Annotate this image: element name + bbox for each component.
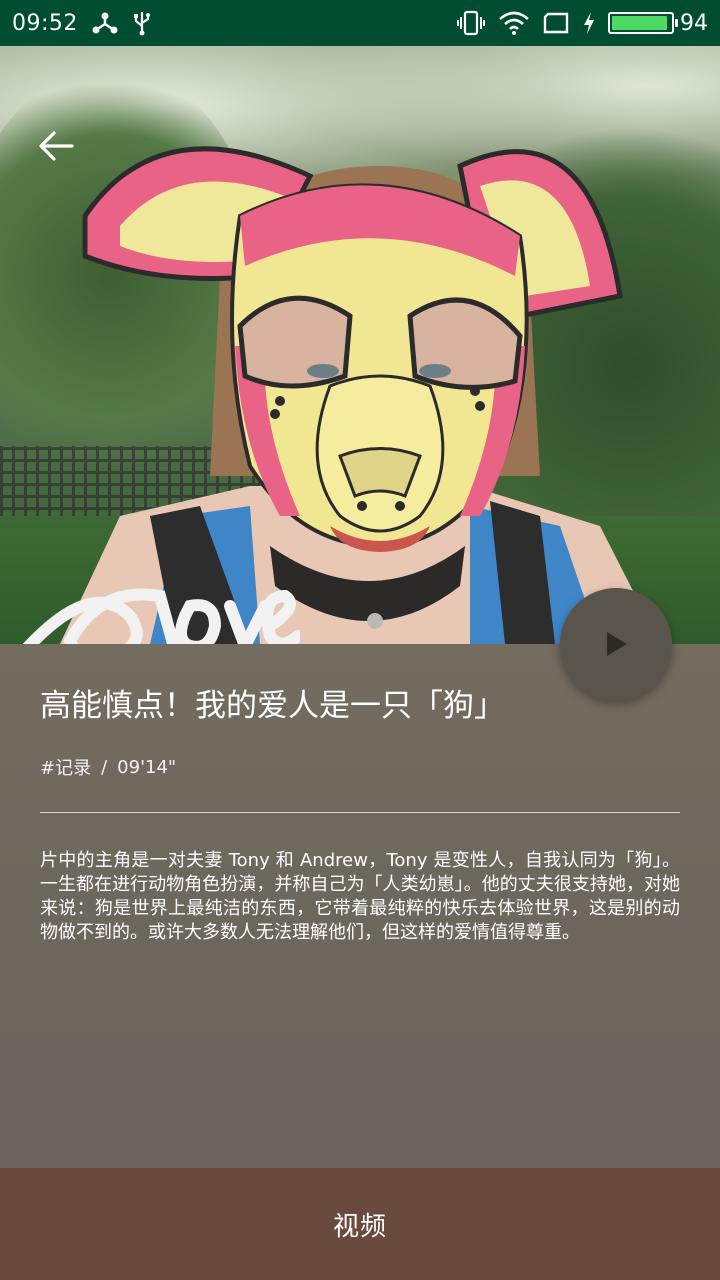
status-time: 09:52 bbox=[12, 10, 78, 36]
screen-icon bbox=[542, 11, 570, 35]
video-description: 片中的主角是一对夫妻 Tony 和 Andrew，Tony 是变性人，自我认同为… bbox=[40, 850, 680, 943]
battery-icon bbox=[608, 12, 678, 34]
divider bbox=[40, 812, 680, 813]
cover-logo-watermark bbox=[22, 588, 300, 644]
battery-fill bbox=[612, 16, 667, 30]
play-icon bbox=[607, 632, 627, 656]
battery-level: 94 bbox=[680, 10, 708, 36]
network-share-icon bbox=[92, 11, 118, 35]
video-tag[interactable]: #记录 bbox=[40, 754, 91, 780]
back-button[interactable] bbox=[32, 126, 80, 166]
arrow-left-icon bbox=[39, 131, 74, 161]
video-duration: 09'14" bbox=[117, 756, 177, 778]
video-title: 高能慎点！我的爱人是一只「狗」 bbox=[40, 688, 505, 724]
video-cover-image[interactable] bbox=[0, 46, 720, 644]
play-button[interactable] bbox=[560, 588, 672, 700]
charging-icon bbox=[582, 11, 596, 35]
video-detail-panel: 高能慎点！我的爱人是一只「狗」 #记录 / 09'14" 片中的主角是一对夫妻 … bbox=[0, 644, 720, 1168]
video-meta: #记录 / 09'14" bbox=[40, 754, 680, 780]
vibrate-icon bbox=[456, 10, 486, 36]
bottom-bar-label: 视频 bbox=[332, 1211, 387, 1242]
status-bar: 09:52 94 bbox=[0, 0, 720, 46]
bottom-bar[interactable]: 视频 bbox=[0, 1168, 720, 1280]
usb-icon bbox=[132, 10, 152, 36]
wifi-icon bbox=[498, 10, 530, 36]
meta-separator: / bbox=[101, 756, 108, 778]
